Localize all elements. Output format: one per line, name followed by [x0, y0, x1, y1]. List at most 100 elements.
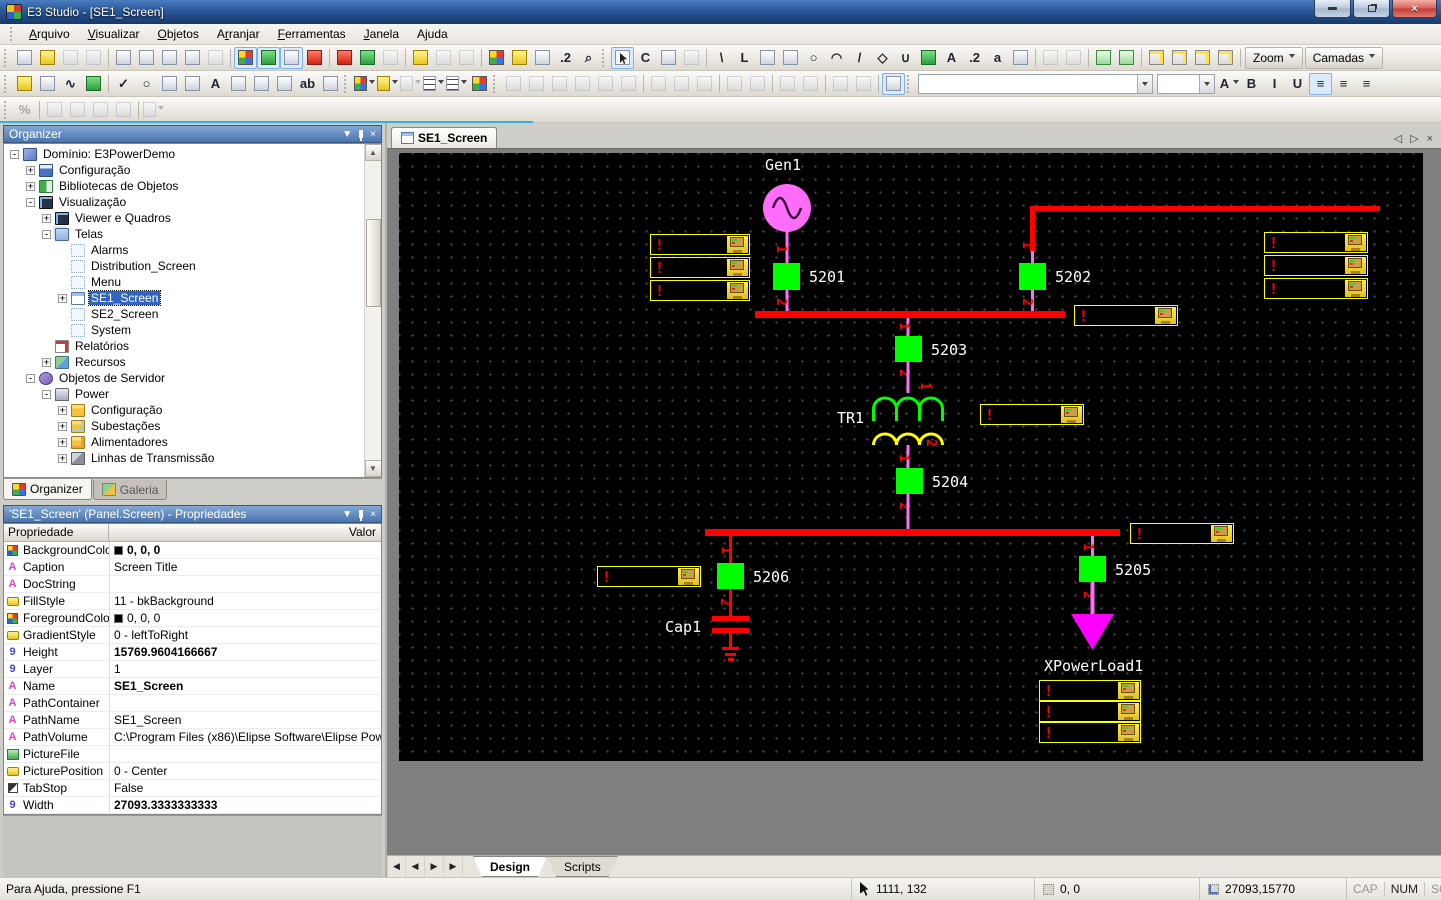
- tree-item-objetos-de-servidor[interactable]: -Objetos de Servidor: [6, 370, 381, 386]
- organizer-menu-icon[interactable]: ▼: [342, 129, 352, 140]
- property-row-height[interactable]: 9Height15769.9604166667: [4, 644, 381, 661]
- tree-expander-icon[interactable]: +: [58, 454, 67, 463]
- line-color-icon[interactable]: [399, 73, 422, 95]
- property-row-width[interactable]: 9Width27093.3333333333: [4, 797, 381, 814]
- breaker-5206[interactable]: [717, 563, 744, 589]
- breaker-5206-label[interactable]: 5206: [753, 568, 789, 586]
- tab-galeria[interactable]: Galeria: [93, 480, 168, 500]
- tree-expander-icon[interactable]: -: [26, 374, 35, 383]
- tree-item-se2-screen[interactable]: SE2_Screen: [6, 306, 381, 322]
- copy-to-layer-icon[interactable]: [1168, 47, 1191, 69]
- tree-expander-icon[interactable]: -: [10, 150, 19, 159]
- button-control-icon[interactable]: [181, 73, 204, 95]
- breaker-5204[interactable]: [896, 468, 923, 494]
- alarm-display-box[interactable]: !: [1074, 305, 1178, 326]
- combobox-control-icon[interactable]: [158, 73, 181, 95]
- textbox-tool-icon[interactable]: a: [986, 47, 1009, 69]
- transformer-primary-coil[interactable]: [874, 398, 943, 409]
- rotate-left-icon[interactable]: [829, 73, 852, 95]
- column-header-value[interactable]: Valor: [109, 524, 381, 542]
- ellipse-tool-icon[interactable]: ○: [802, 47, 825, 69]
- organizer-close-icon[interactable]: ×: [370, 129, 376, 140]
- rectangle-tool-icon[interactable]: [756, 47, 779, 69]
- menu-arquivo[interactable]: Arquivo: [20, 25, 79, 43]
- line-width-icon[interactable]: [445, 73, 468, 95]
- capacitor-plate[interactable]: [712, 616, 749, 621]
- transformer-label[interactable]: TR1: [837, 409, 864, 427]
- toolbar-grip[interactable]: [907, 75, 912, 93]
- arc-tool-icon[interactable]: ◠: [825, 47, 848, 69]
- properties-menu-icon[interactable]: ▼: [342, 509, 352, 520]
- tree-expander-icon[interactable]: +: [26, 166, 35, 175]
- rotate-tool-icon[interactable]: C: [634, 47, 657, 69]
- alarm-display-box[interactable]: !: [1039, 701, 1141, 722]
- organizer-pin-icon[interactable]: [359, 130, 363, 138]
- property-value[interactable]: [109, 576, 381, 592]
- select-tool-icon[interactable]: [611, 47, 634, 69]
- restore-button[interactable]: [1353, 0, 1390, 18]
- stop-application-icon[interactable]: [379, 47, 402, 69]
- properties-panel-icon[interactable]: [280, 47, 303, 69]
- generator-label[interactable]: Gen1: [765, 156, 801, 174]
- center-vertically-icon[interactable]: [594, 73, 617, 95]
- document-tab-se1-screen[interactable]: SE1_Screen: [391, 127, 497, 148]
- alarm-display-box[interactable]: !: [1264, 232, 1368, 253]
- breaker-5203[interactable]: [895, 336, 922, 362]
- grid-control-icon[interactable]: [227, 73, 250, 95]
- alarm-display-box[interactable]: !: [650, 257, 750, 278]
- grid-toggle-icon[interactable]: [882, 73, 905, 95]
- tree-item-system[interactable]: System: [6, 322, 381, 338]
- property-row-foregroundcolor[interactable]: ForegroundColor0, 0, 0: [4, 610, 381, 627]
- tree-item-subestac-o-es[interactable]: +Subestações: [6, 418, 381, 434]
- property-row-caption[interactable]: ACaptionScreen Title: [4, 559, 381, 576]
- tree-item-bibliotecas-de-objetos[interactable]: +Bibliotecas de Objetos: [6, 178, 381, 194]
- property-row-backgroundcolor[interactable]: BackgroundColor0, 0, 0: [4, 542, 381, 559]
- alarm-display-box[interactable]: !: [1039, 722, 1141, 743]
- align-left-edges-icon[interactable]: [502, 73, 525, 95]
- search-icon[interactable]: ⌕: [577, 47, 600, 69]
- property-value[interactable]: 1: [109, 661, 381, 677]
- object-library-icon[interactable]: [531, 47, 554, 69]
- bold-icon[interactable]: B: [1240, 73, 1263, 95]
- copy-icon[interactable]: [135, 47, 158, 69]
- alarm-display-box[interactable]: !: [1130, 523, 1234, 544]
- property-value[interactable]: 11 - bkBackground: [109, 593, 381, 609]
- save-all-icon[interactable]: [82, 47, 105, 69]
- busbar-1[interactable]: [755, 311, 1065, 318]
- polygon-tool-icon[interactable]: ◇: [871, 47, 894, 69]
- label-control-icon[interactable]: A: [204, 73, 227, 95]
- breaker-5205-label[interactable]: 5205: [1115, 561, 1151, 579]
- application-properties-icon[interactable]: [485, 47, 508, 69]
- toolbar-grip[interactable]: [602, 49, 607, 67]
- radio-control-icon[interactable]: ○: [135, 73, 158, 95]
- center-horizontally-icon[interactable]: [617, 73, 640, 95]
- line-style-icon[interactable]: [422, 73, 445, 95]
- tree-item-alarms[interactable]: Alarms: [6, 242, 381, 258]
- property-value[interactable]: Screen Title: [109, 559, 381, 575]
- same-size-icon[interactable]: [693, 73, 716, 95]
- doc-close-icon[interactable]: ×: [1427, 133, 1433, 145]
- breaker-5202[interactable]: [1019, 263, 1046, 290]
- align-text-right-icon[interactable]: ≡: [1355, 73, 1378, 95]
- alarm-display-box[interactable]: !: [650, 280, 750, 301]
- no-script-icon[interactable]: [680, 47, 703, 69]
- open-file-icon[interactable]: [36, 47, 59, 69]
- alarm-display-box[interactable]: !: [1264, 255, 1368, 276]
- menu-ajuda[interactable]: Ajuda: [408, 25, 457, 43]
- breaker-5205[interactable]: [1079, 556, 1106, 582]
- disconnect-object-icon[interactable]: [1115, 47, 1138, 69]
- underline-icon[interactable]: U: [1286, 73, 1309, 95]
- font-size-combo[interactable]: [1157, 74, 1215, 94]
- cut-icon[interactable]: [112, 47, 135, 69]
- property-value[interactable]: SE1_Screen: [109, 678, 381, 694]
- property-row-fillstyle[interactable]: FillStyle11 - bkBackground: [4, 593, 381, 610]
- tab-scripts[interactable]: Scripts: [547, 856, 618, 877]
- properties-close-icon[interactable]: ×: [370, 509, 376, 520]
- property-row-gradientstyle[interactable]: GradientStyle0 - leftToRight: [4, 627, 381, 644]
- curve-tool-icon[interactable]: /: [848, 47, 871, 69]
- breaker-5203-label[interactable]: 5203: [931, 341, 967, 359]
- gallery-panel-icon[interactable]: [257, 47, 280, 69]
- tree-expander-icon[interactable]: +: [58, 294, 67, 303]
- tree-expander-icon[interactable]: +: [58, 422, 67, 431]
- tree-item-se1-screen[interactable]: +SE1_Screen: [6, 290, 381, 306]
